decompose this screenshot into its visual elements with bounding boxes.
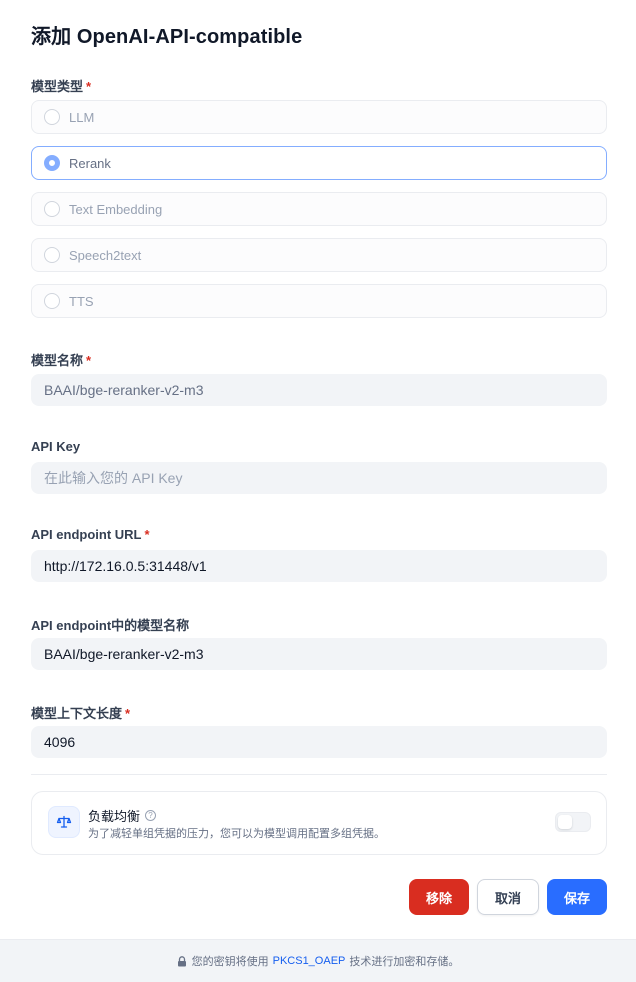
radio-icon xyxy=(44,247,60,263)
model-name-label-text: 模型名称 xyxy=(31,353,84,368)
load-balancing-description: 为了减轻单组凭据的压力，您可以为模型调用配置多组凭据。 xyxy=(88,828,385,840)
load-balancing-title: 负载均衡 ? xyxy=(88,806,157,825)
api-key-label-text: API Key xyxy=(31,439,81,454)
load-balancing-title-text: 负载均衡 xyxy=(88,809,141,824)
endpoint-url-input[interactable]: http://172.16.0.5:31448/v1 xyxy=(31,550,607,582)
model-name-field[interactable]: BAAI/bge-reranker-v2-m3 xyxy=(31,374,607,406)
api-key-input[interactable]: 在此输入您的 API Key xyxy=(31,462,607,494)
endpoint-model-name-input[interactable]: BAAI/bge-reranker-v2-m3 xyxy=(31,638,607,670)
load-balancing-card: 负载均衡 ? 为了减轻单组凭据的压力，您可以为模型调用配置多组凭据。 xyxy=(31,791,607,855)
option-label: Text Embedding xyxy=(69,201,163,217)
remove-button[interactable]: 移除 xyxy=(409,879,469,915)
model-type-option-rerank[interactable]: Rerank xyxy=(31,146,607,180)
model-type-label-text: 模型类型 xyxy=(31,79,84,94)
model-type-label: 模型类型 * xyxy=(31,76,91,95)
required-mark: * xyxy=(144,527,150,542)
footer-suffix: 技术进行加密和存储。 xyxy=(349,956,460,968)
context-length-input[interactable]: 4096 xyxy=(31,726,607,758)
option-label: TTS xyxy=(69,293,94,309)
radio-icon xyxy=(44,109,60,125)
required-mark: * xyxy=(125,706,131,721)
required-mark: * xyxy=(86,353,92,368)
endpoint-url-value: http://172.16.0.5:31448/v1 xyxy=(44,558,207,574)
required-mark: * xyxy=(86,79,92,94)
question-circle-icon[interactable]: ? xyxy=(145,810,157,821)
model-name-label: 模型名称 * xyxy=(31,350,91,369)
endpoint-model-name-label: API endpoint中的模型名称 xyxy=(31,615,189,634)
footer-prefix: 您的密钥将使用 xyxy=(191,956,269,968)
load-balancing-toggle[interactable] xyxy=(555,812,591,832)
lock-icon xyxy=(177,955,187,967)
endpoint-url-label-text: API endpoint URL xyxy=(31,527,142,542)
toggle-knob xyxy=(558,815,572,829)
radio-selected-icon xyxy=(44,155,60,171)
save-button[interactable]: 保存 xyxy=(547,879,607,915)
context-length-label-text: 模型上下文长度 xyxy=(31,706,123,721)
cancel-button[interactable]: 取消 xyxy=(477,879,539,915)
endpoint-url-label: API endpoint URL * xyxy=(31,527,150,542)
pkcs-link[interactable]: PKCS1_OAEP xyxy=(273,955,346,967)
endpoint-model-name-value: BAAI/bge-reranker-v2-m3 xyxy=(44,646,204,662)
dialog-title: 添加 OpenAI-API-compatible xyxy=(31,26,303,48)
radio-icon xyxy=(44,201,60,217)
context-length-label: 模型上下文长度 * xyxy=(31,703,130,722)
model-type-option-llm[interactable]: LLM xyxy=(31,100,607,134)
divider xyxy=(31,774,607,775)
option-label: LLM xyxy=(69,109,95,125)
balance-scale-icon xyxy=(48,806,80,838)
option-label: Rerank xyxy=(69,155,111,171)
api-key-placeholder: 在此输入您的 API Key xyxy=(44,470,183,486)
model-type-option-text-embedding[interactable]: Text Embedding xyxy=(31,192,607,226)
encryption-footer: 您的密钥将使用 PKCS1_OAEP 技术进行加密和存储。 xyxy=(0,939,636,982)
model-type-option-speech2text[interactable]: Speech2text xyxy=(31,238,607,272)
model-type-option-tts[interactable]: TTS xyxy=(31,284,607,318)
api-key-label: API Key xyxy=(31,439,80,454)
radio-icon xyxy=(44,293,60,309)
endpoint-model-name-label-text: API endpoint中的模型名称 xyxy=(31,618,190,633)
model-name-value: BAAI/bge-reranker-v2-m3 xyxy=(44,382,204,398)
context-length-value: 4096 xyxy=(44,734,76,750)
option-label: Speech2text xyxy=(69,247,142,263)
